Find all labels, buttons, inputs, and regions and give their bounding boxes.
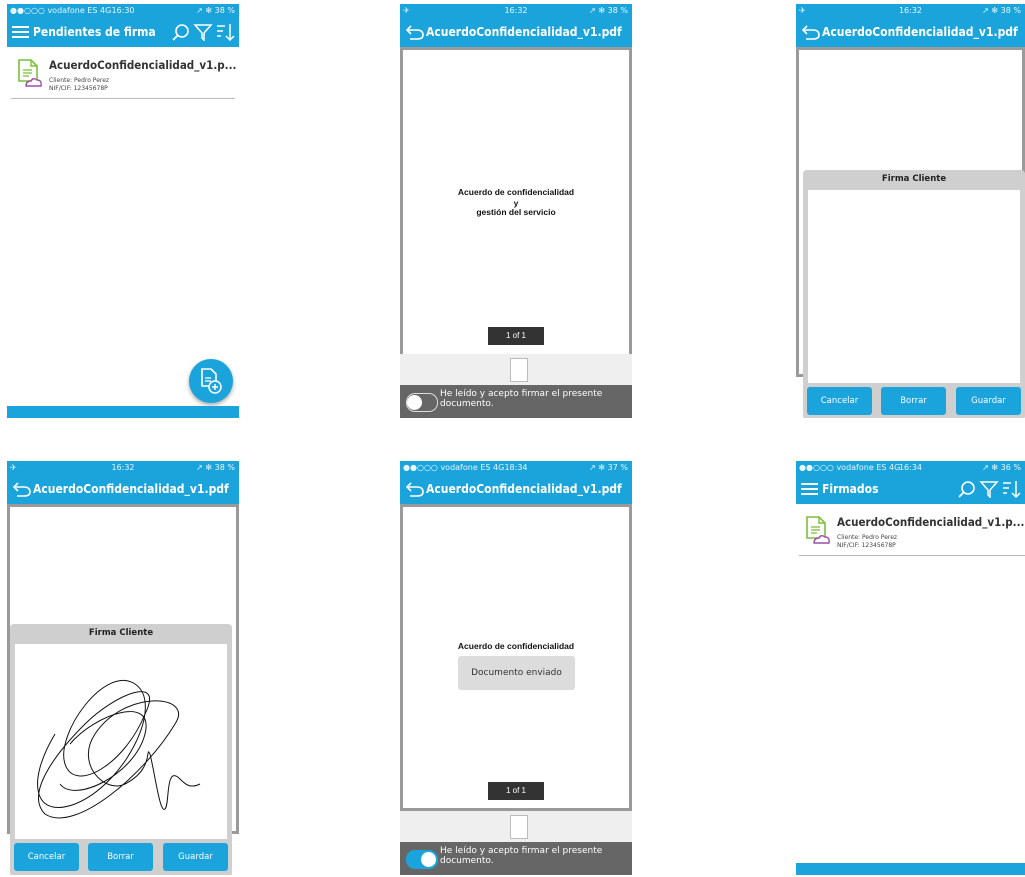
menu-icon[interactable] bbox=[801, 482, 818, 496]
app-bar: AcuerdoConfidencialidad_v1.pdf bbox=[796, 17, 1025, 47]
page-title: AcuerdoConfidencialidad_v1.pdf bbox=[426, 25, 622, 39]
cancel-button[interactable]: Cancelar bbox=[807, 387, 872, 415]
pdf-title-line: gestión del servicio bbox=[476, 207, 556, 217]
accept-toggle[interactable] bbox=[406, 393, 438, 412]
sort-icon[interactable] bbox=[217, 24, 235, 41]
status-bar: ●●○○○ vodafone ES 4G 16:34 ↗ ✻ 36 % bbox=[796, 461, 1025, 474]
accept-bar: He leído y acepto firmar el presente doc… bbox=[400, 842, 632, 875]
back-icon[interactable] bbox=[801, 23, 821, 41]
signature-title: Firma Cliente bbox=[88, 628, 154, 638]
screen-signature-empty: ✈ 16:32 ↗ ✻ 38 % AcuerdoConfidencialidad… bbox=[796, 4, 1025, 418]
document-cloud-icon bbox=[18, 59, 42, 87]
save-button[interactable]: Guardar bbox=[956, 387, 1021, 415]
status-bar: ✈ 16:32 ↗ ✻ 38 % bbox=[400, 4, 632, 17]
pdf-title-line: Acuerdo de confidencialidad bbox=[457, 187, 575, 197]
screen-document-sent: ●●○○○ vodafone ES 4G 18:34 ↗ ✻ 37 % Acue… bbox=[400, 461, 632, 875]
document-list-item[interactable]: AcuerdoConfidencialidad_v1.p... Cliente:… bbox=[11, 52, 237, 99]
app-bar: AcuerdoConfidencialidad_v1.pdf bbox=[400, 474, 632, 504]
filter-icon[interactable] bbox=[979, 481, 999, 498]
page-title: AcuerdoConfidencialidad_v1.pdf bbox=[822, 25, 1018, 39]
signature-stroke bbox=[37, 680, 201, 819]
filter-icon[interactable] bbox=[193, 24, 213, 41]
screen-pdf-viewer: ✈ 16:32 ↗ ✻ 38 % AcuerdoConfidencialidad… bbox=[400, 4, 632, 418]
screen-signed-list: ●●○○○ vodafone ES 4G 16:34 ↗ ✻ 36 % Firm… bbox=[796, 461, 1025, 875]
clear-button[interactable]: Borrar bbox=[88, 843, 153, 871]
page-title: Pendientes de firma bbox=[33, 25, 156, 39]
page-thumbnail[interactable] bbox=[510, 815, 528, 839]
app-bar: Firmados bbox=[796, 474, 1025, 504]
battery-label: ↗ ✻ 38 % bbox=[589, 6, 628, 15]
bottom-bar bbox=[7, 406, 239, 418]
screen-signature-drawn: ✈ 16:32 ↗ ✻ 38 % AcuerdoConfidencialidad… bbox=[7, 461, 239, 875]
battery-label: ↗ ✻ 38 % bbox=[982, 6, 1021, 15]
add-document-icon bbox=[201, 368, 222, 394]
app-bar: AcuerdoConfidencialidad_v1.pdf bbox=[7, 474, 239, 504]
document-cloud-icon bbox=[806, 516, 830, 544]
nif-label: NIF/CIF: 12345678P bbox=[49, 85, 108, 92]
battery-label: ↗ ✻ 38 % bbox=[196, 463, 235, 472]
back-icon[interactable] bbox=[12, 480, 32, 498]
pdf-viewer[interactable]: Acuerdo de confidencialidad y gestión de… bbox=[400, 47, 632, 363]
toolbar-icons bbox=[172, 24, 235, 41]
page-title: AcuerdoConfidencialidad_v1.pdf bbox=[426, 482, 622, 496]
app-bar: Pendientes de firma bbox=[7, 17, 239, 47]
app-bar: AcuerdoConfidencialidad_v1.pdf bbox=[400, 17, 632, 47]
signature-canvas[interactable] bbox=[808, 190, 1020, 383]
accept-toggle[interactable] bbox=[406, 850, 438, 869]
save-button[interactable]: Guardar bbox=[163, 843, 228, 871]
page-title: AcuerdoConfidencialidad_v1.pdf bbox=[33, 482, 229, 496]
page-indicator: 1 of 1 bbox=[488, 327, 544, 345]
sort-icon[interactable] bbox=[1003, 481, 1021, 498]
battery-label: ↗ ✻ 37 % bbox=[589, 463, 628, 472]
menu-icon[interactable] bbox=[12, 25, 29, 39]
status-bar: ●●○○○ vodafone ES 4G 18:34 ↗ ✻ 37 % bbox=[400, 461, 632, 474]
cancel-button[interactable]: Cancelar bbox=[14, 843, 79, 871]
signature-canvas[interactable] bbox=[15, 644, 227, 839]
pdf-title-line: Acuerdo de confidencialidad bbox=[457, 641, 575, 651]
search-icon[interactable] bbox=[172, 24, 189, 41]
thumbnail-strip bbox=[400, 354, 632, 385]
screen-pending-list: ●●○○○ vodafone ES 4G 16:30 ↗ ✻ 38 % Pend… bbox=[7, 4, 239, 418]
thumbnail-strip bbox=[400, 811, 632, 842]
document-name: AcuerdoConfidencialidad_v1.p... bbox=[837, 515, 1025, 529]
page-thumbnail[interactable] bbox=[510, 358, 528, 382]
pdf-page: Acuerdo de confidencialidad y gestión de… bbox=[403, 50, 629, 360]
pdf-viewer[interactable]: Acuerdo de confidencialidad Documento en… bbox=[400, 504, 632, 811]
back-icon[interactable] bbox=[405, 23, 425, 41]
toolbar-icons bbox=[958, 481, 1021, 498]
add-document-button[interactable] bbox=[189, 359, 233, 403]
search-icon[interactable] bbox=[958, 481, 975, 498]
accept-bar: He leído y acepto firmar el presente doc… bbox=[400, 385, 632, 418]
signature-panel: Firma Cliente Cancelar Borrar Guardar bbox=[803, 170, 1025, 418]
client-label: Cliente: Pedro Perez bbox=[837, 534, 898, 541]
pdf-page: Acuerdo de confidencialidad Documento en… bbox=[403, 507, 629, 808]
client-label: Cliente: Pedro Perez bbox=[49, 77, 110, 84]
bottom-bar bbox=[796, 863, 1025, 875]
accept-label: He leído y acepto firmar el presente doc… bbox=[440, 389, 603, 409]
battery-label: ↗ ✻ 36 % bbox=[982, 463, 1021, 472]
page-title: Firmados bbox=[822, 482, 879, 496]
document-sent-toast: Documento enviado bbox=[458, 656, 575, 690]
status-bar: ●●○○○ vodafone ES 4G 16:30 ↗ ✻ 38 % bbox=[7, 4, 239, 17]
battery-label: ↗ ✻ 38 % bbox=[196, 6, 235, 15]
signature-title: Firma Cliente bbox=[881, 174, 947, 184]
document-name: AcuerdoConfidencialidad_v1.p... bbox=[49, 58, 237, 72]
status-bar: ✈ 16:32 ↗ ✻ 38 % bbox=[796, 4, 1025, 17]
status-bar: ✈ 16:32 ↗ ✻ 38 % bbox=[7, 461, 239, 474]
page-indicator: 1 of 1 bbox=[488, 782, 544, 800]
accept-label: He leído y acepto firmar el presente doc… bbox=[440, 846, 603, 866]
clear-button[interactable]: Borrar bbox=[881, 387, 946, 415]
nif-label: NIF/CIF: 12345678P bbox=[837, 542, 896, 549]
back-icon[interactable] bbox=[405, 480, 425, 498]
document-list-item[interactable]: AcuerdoConfidencialidad_v1.p... Cliente:… bbox=[799, 509, 1025, 556]
signature-panel: Firma Cliente Cancelar Borrar Guardar bbox=[10, 624, 232, 875]
